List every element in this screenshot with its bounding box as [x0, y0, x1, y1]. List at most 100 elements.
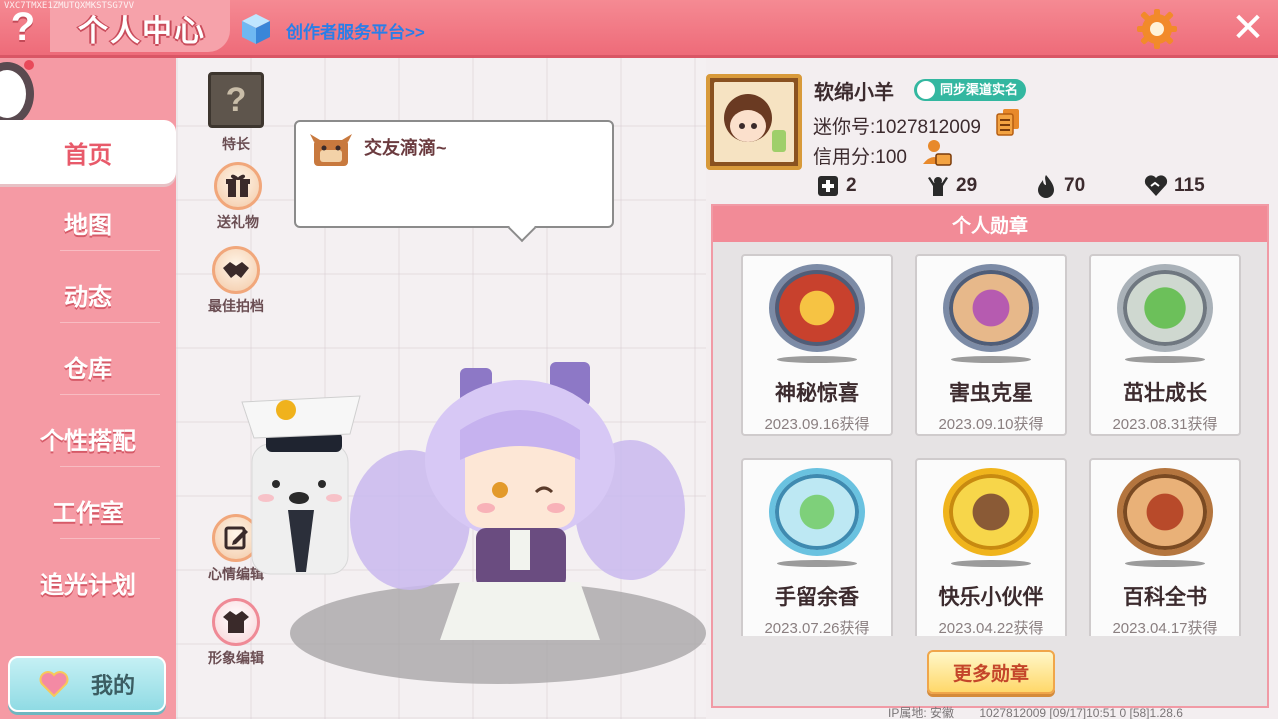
notification-dot [24, 60, 34, 70]
pet-seal-figure[interactable] [236, 372, 366, 582]
best-partner-action[interactable]: 最佳拍档 [208, 246, 264, 316]
medal-name: 百科全书 [1123, 586, 1207, 609]
creator-platform-link[interactable]: 创作者服务平台>> [286, 18, 425, 43]
medal-name: 快乐小伙伴 [938, 586, 1044, 609]
medal-list[interactable]: 神秘惊喜 2023.09.16获得 害虫克星 2023.09.10获得 茁壮成长… [713, 242, 1267, 636]
close-button[interactable]: ✕ [1226, 6, 1270, 50]
sidebar-item-storage[interactable]: 仓库 [0, 334, 176, 398]
medal-pedestal [1125, 559, 1205, 567]
medal-name: 害虫克星 [949, 382, 1033, 405]
medal-pedestal [1125, 355, 1205, 363]
medal-date: 2023.04.22获得 [938, 620, 1044, 636]
medal-card[interactable]: 百科全书 2023.04.17获得 [1089, 458, 1241, 636]
avatar-edit-action[interactable]: 形象编辑 [208, 598, 264, 668]
gear-icon[interactable] [1136, 8, 1178, 50]
mystery-box-icon: ? [208, 72, 264, 128]
heart-icon [39, 671, 69, 697]
send-gift-label: 送礼物 [217, 214, 259, 230]
player-character-figure[interactable] [350, 350, 690, 650]
ip-location: IP属地: 安徽 [888, 706, 955, 719]
medal-icon [1117, 468, 1213, 556]
stat-value: 115 [1174, 175, 1205, 196]
divider [60, 538, 160, 539]
cow-icon [310, 134, 352, 166]
medal-icon [769, 264, 865, 352]
top-bar: VXC7TMXE1ZMUTQXMKSTSG7VV ? 个人中心 创作者服务平台>… [0, 0, 1278, 58]
divider [60, 466, 160, 467]
sidebar-item-feed[interactable]: 动态 [0, 262, 176, 326]
verify-badge[interactable]: 同步渠道实名 [914, 79, 1027, 101]
divider [60, 322, 160, 323]
stat-value: 29 [956, 175, 978, 196]
profile-portrait [714, 82, 794, 162]
help-button[interactable]: ? [0, 4, 46, 50]
divider [60, 394, 160, 395]
medal-card[interactable]: 神秘惊喜 2023.09.16获得 [741, 254, 893, 436]
gift-icon [214, 162, 262, 210]
nickname: 软绵小羊 [814, 82, 894, 104]
copy-icon[interactable] [996, 108, 1020, 136]
mine-button[interactable]: 我的 [8, 656, 166, 712]
medal-card[interactable]: 快乐小伙伴 2023.04.22获得 [915, 458, 1067, 636]
divider [60, 250, 160, 251]
medal-pedestal [951, 559, 1031, 567]
handshake-icon [212, 246, 260, 294]
specialty-label: 特长 [222, 136, 250, 152]
stat-fans: 29 [926, 174, 977, 198]
outfit-icon [212, 598, 260, 646]
cheer-icon [928, 177, 948, 196]
medal-icon [1117, 264, 1213, 352]
medal-name: 神秘惊喜 [775, 382, 859, 405]
medal-card[interactable]: 茁壮成长 2023.08.31获得 [1089, 254, 1241, 436]
avatar-edit-label: 形象编辑 [208, 650, 264, 666]
medal-icon [769, 468, 865, 556]
mine-label: 我的 [90, 673, 135, 698]
person-id-icon[interactable] [922, 138, 952, 166]
sidebar-item-studio[interactable]: 工作室 [0, 478, 176, 542]
stat-friends: 2 [816, 174, 857, 198]
medal-card[interactable]: 手留余香 2023.07.26获得 [741, 458, 893, 636]
medal-date: 2023.08.31获得 [1112, 416, 1218, 433]
stat-popularity: 70 [1034, 174, 1085, 198]
heart-handshake-icon [1144, 175, 1168, 196]
speech-text: 交友滴滴~ [364, 138, 447, 158]
stat-likes: 115 [1144, 174, 1205, 198]
medal-icon [943, 468, 1039, 556]
medal-name: 手留余香 [775, 586, 859, 609]
sidebar: 首页 地图 动态 仓库 个性搭配 工作室 追光计划 [0, 58, 176, 719]
avatar-ring[interactable] [0, 62, 34, 126]
avatar[interactable] [706, 74, 802, 170]
build-info: 1027812009 [09/17]10:51 0 [58]1.28.6 [979, 706, 1183, 719]
cube-icon[interactable] [240, 12, 272, 46]
medal-date: 2023.07.26获得 [764, 620, 870, 636]
plus-square-icon [818, 176, 838, 196]
medal-name: 茁壮成长 [1123, 382, 1207, 405]
sidebar-item-home[interactable]: 首页 [0, 120, 176, 184]
person-check-icon [917, 81, 935, 99]
medal-pedestal [951, 355, 1031, 363]
stat-value: 2 [846, 175, 857, 196]
best-partner-label: 最佳拍档 [208, 298, 264, 314]
footer-info: IP属地: 安徽 1027812009 [09/17]10:51 0 [58]1… [888, 704, 1268, 719]
medal-card[interactable]: 害虫克星 2023.09.10获得 [915, 254, 1067, 436]
page-title: 个人中心 [78, 15, 206, 48]
medal-icon [943, 264, 1039, 352]
medal-date: 2023.09.10获得 [938, 416, 1044, 433]
specialty-action[interactable]: ? 特长 [208, 72, 264, 154]
medal-pedestal [777, 355, 857, 363]
speech-bubble[interactable]: 交友滴滴~ [294, 120, 614, 228]
flame-icon [1038, 175, 1054, 198]
sidebar-item-light-plan[interactable]: 追光计划 [0, 550, 176, 614]
more-medals-button[interactable]: 更多勋章 [927, 650, 1055, 694]
verify-badge-label: 同步渠道实名 [940, 82, 1019, 97]
mini-id: 迷你号:1027812009 [813, 117, 981, 138]
medal-pedestal [777, 559, 857, 567]
send-gift-action[interactable]: 送礼物 [214, 162, 262, 232]
credit-score: 信用分:100 [813, 147, 907, 168]
medal-date: 2023.09.16获得 [764, 416, 870, 433]
medal-header: 个人勋章 [713, 206, 1267, 242]
sidebar-item-outfit[interactable]: 个性搭配 [0, 406, 176, 470]
stat-value: 70 [1064, 175, 1086, 196]
medal-panel: 个人勋章 神秘惊喜 2023.09.16获得 害虫克星 2023.09.10获得… [711, 204, 1269, 708]
sidebar-item-map[interactable]: 地图 [0, 190, 176, 254]
